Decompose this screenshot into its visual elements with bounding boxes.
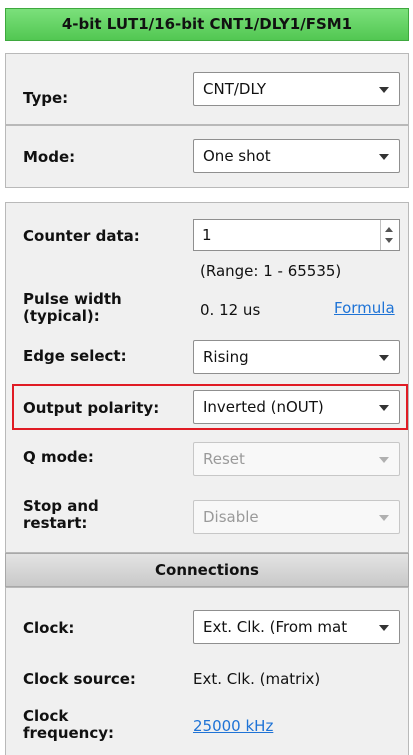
output-polarity-label: Output polarity:: [23, 399, 160, 417]
pulse-width-label-line2: (typical):: [23, 307, 100, 325]
chevron-down-icon: [379, 457, 389, 463]
stop-restart-label-line2: restart:: [23, 514, 88, 532]
chevron-down-icon: [379, 355, 389, 361]
output-polarity-value: Inverted (nOUT): [203, 398, 324, 416]
mode-value: One shot: [203, 147, 271, 165]
counter-spinner[interactable]: [380, 220, 399, 250]
chevron-down-icon: [379, 405, 389, 411]
chevron-down-icon: [379, 87, 389, 93]
chevron-down-icon: [379, 515, 389, 521]
stop-restart-label: Stop and restart:: [23, 498, 99, 532]
spin-up-icon[interactable]: [385, 227, 393, 232]
edge-select-label: Edge select:: [23, 347, 127, 365]
clock-label: Clock:: [23, 619, 75, 637]
spin-down-icon[interactable]: [385, 238, 393, 243]
panel-title: 4-bit LUT1/16-bit CNT1/DLY1/FSM1: [5, 8, 409, 41]
clock-frequency-link[interactable]: 25000 kHz: [193, 717, 273, 735]
mode-label: Mode:: [23, 148, 76, 166]
q-mode-select[interactable]: Reset: [193, 442, 400, 476]
q-mode-value: Reset: [203, 450, 245, 468]
output-polarity-select[interactable]: Inverted (nOUT): [193, 390, 400, 424]
clock-value: Ext. Clk. (From mat: [203, 618, 348, 636]
clock-frequency-label-line2: frequency:: [23, 724, 115, 742]
edge-value: Rising: [203, 348, 249, 366]
clock-select[interactable]: Ext. Clk. (From mat: [193, 610, 400, 644]
clock-source-label: Clock source:: [23, 670, 136, 688]
clock-frequency-label-line1: Clock: [23, 707, 69, 725]
type-select[interactable]: CNT/DLY: [193, 72, 400, 106]
type-value: CNT/DLY: [203, 80, 266, 98]
type-label: Type:: [23, 89, 69, 107]
stop-restart-label-line1: Stop and: [23, 497, 99, 515]
pulse-width-value: 0. 12 us: [200, 301, 261, 319]
pulse-width-label: Pulse width (typical):: [23, 291, 122, 325]
pulse-width-label-line1: Pulse width: [23, 290, 122, 308]
chevron-down-icon: [379, 154, 389, 160]
counter-range-text: (Range: 1 - 65535): [200, 262, 342, 280]
mode-select[interactable]: One shot: [193, 139, 400, 173]
clock-frequency-label: Clock frequency:: [23, 708, 114, 742]
stop-restart-value: Disable: [203, 508, 259, 526]
chevron-down-icon: [379, 625, 389, 631]
connections-header[interactable]: Connections: [5, 553, 409, 587]
q-mode-label: Q mode:: [23, 448, 94, 466]
counter-data-label: Counter data:: [23, 227, 140, 245]
edge-select[interactable]: Rising: [193, 340, 400, 374]
formula-link[interactable]: Formula: [334, 299, 395, 317]
stop-restart-select[interactable]: Disable: [193, 500, 400, 534]
counter-data-value: 1: [202, 226, 212, 244]
counter-data-input[interactable]: 1: [193, 219, 400, 251]
clock-source-value: Ext. Clk. (matrix): [193, 670, 321, 688]
